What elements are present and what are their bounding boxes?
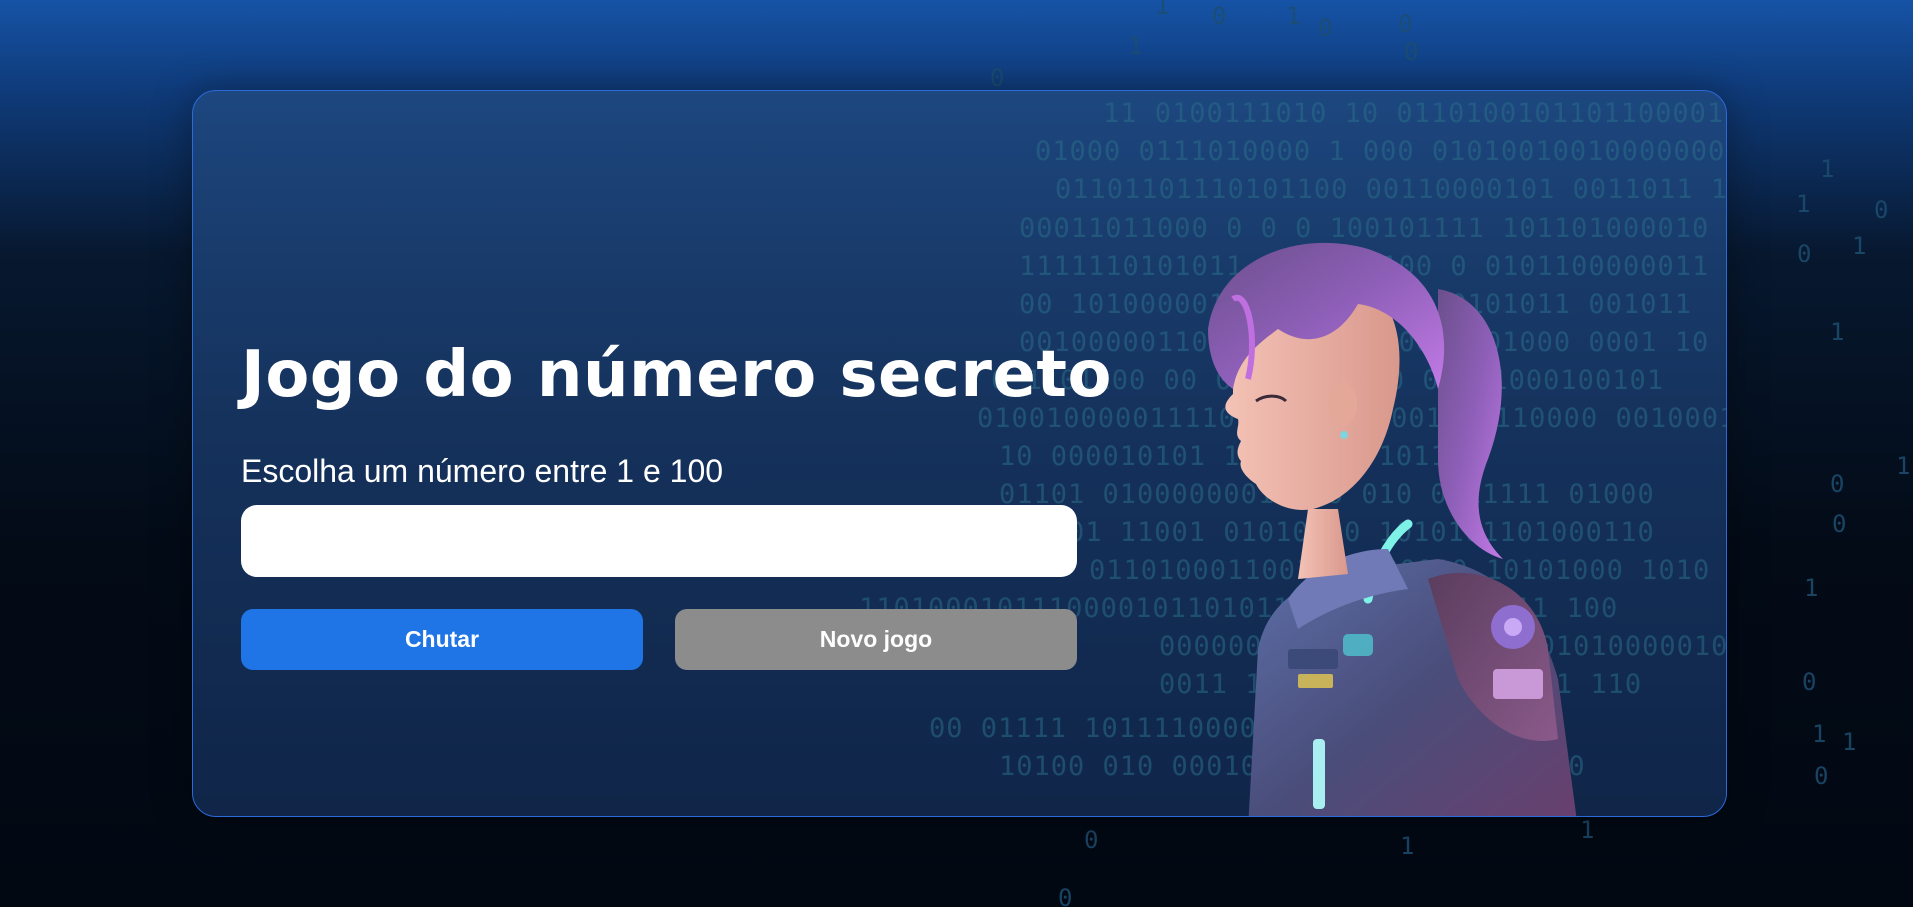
bg-digit: 1 xyxy=(1842,728,1857,756)
page-title: Jogo do número secreto xyxy=(241,338,1112,412)
bg-digit: 0 xyxy=(990,64,1005,92)
instruction-text: Escolha um número entre 1 e 100 xyxy=(241,453,724,489)
bg-digit: 0 xyxy=(1874,196,1889,224)
bg-digit: 0 xyxy=(1814,762,1829,790)
binary-line: 01000 0111010000 1 000 01010010010000000… xyxy=(1035,136,1726,167)
bg-digit: 0 xyxy=(1802,668,1817,696)
bg-digit: 0 xyxy=(1830,470,1845,498)
bg-digit: 0 xyxy=(1404,38,1419,66)
bg-digit: 1 xyxy=(1286,2,1301,30)
bg-digit: 1 xyxy=(1580,816,1595,844)
bg-digit: 1 xyxy=(1796,190,1811,218)
bg-digit: 0 xyxy=(1084,826,1099,854)
bg-digit: 0 xyxy=(1797,240,1812,268)
bg-digit: 1 xyxy=(1400,832,1415,860)
bg-digit: 0 xyxy=(1398,10,1413,38)
bg-digit: 1 xyxy=(1830,318,1845,346)
new-game-button[interactable]: Novo jogo xyxy=(675,609,1077,670)
bg-digit: 1 xyxy=(1804,574,1819,602)
bg-digit: 0 xyxy=(1832,510,1847,538)
bg-digit: 0 xyxy=(1318,14,1333,42)
bg-digit: 0 xyxy=(1058,884,1073,907)
bg-digit: 1 xyxy=(1155,0,1170,20)
bg-digit: 0 xyxy=(1212,2,1227,30)
bg-digit: 1 xyxy=(1128,32,1143,60)
bg-digit: 1 xyxy=(1812,720,1827,748)
binary-line: 11 0100111010 10 0110100101101100001 xyxy=(1103,98,1725,129)
button-row: Chutar Novo jogo xyxy=(241,609,1077,670)
game-card: 11 0100111010 10 0110100101101100001 010… xyxy=(192,90,1727,817)
guess-input[interactable] xyxy=(241,505,1077,577)
bg-digit: 1 xyxy=(1820,155,1835,183)
bg-digit: 1 xyxy=(1852,232,1867,260)
game-form: Jogo do número secreto Escolha um número… xyxy=(241,333,1112,670)
bg-digit: 1 xyxy=(1896,452,1911,480)
guess-button[interactable]: Chutar xyxy=(241,609,643,670)
astronaut-girl-illustration xyxy=(1208,242,1577,816)
